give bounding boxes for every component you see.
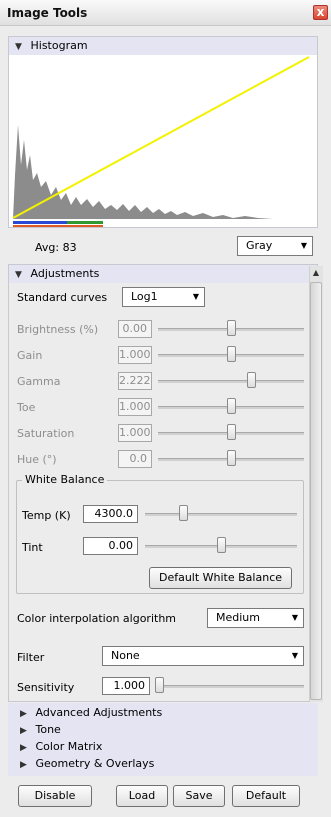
temp-label: Temp (K) bbox=[22, 509, 71, 522]
toe-slider-thumb[interactable] bbox=[226, 398, 236, 414]
chevron-down-icon: ▼ bbox=[192, 292, 199, 301]
disable-button[interactable]: Disable bbox=[18, 785, 92, 807]
hue-label: Hue (°) bbox=[17, 453, 57, 466]
default-button[interactable]: Default bbox=[232, 785, 300, 807]
channel-bar-blue bbox=[13, 221, 67, 224]
brightness-field[interactable]: 0.00 bbox=[118, 320, 152, 338]
channel-select-value: Gray bbox=[246, 239, 273, 252]
chevron-down-icon: ▼ bbox=[291, 613, 298, 622]
geometry-overlays-section[interactable]: ▶ Geometry & Overlays bbox=[20, 757, 154, 770]
standard-curves-label: Standard curves bbox=[17, 291, 108, 304]
histogram-section-header[interactable]: ▼ Histogram bbox=[9, 37, 317, 55]
scrollbar-thumb[interactable] bbox=[310, 282, 322, 700]
interpolation-value: Medium bbox=[216, 611, 260, 624]
histogram-average: Avg: 83 bbox=[35, 241, 77, 254]
chevron-down-icon: ▼ bbox=[291, 651, 298, 660]
close-button[interactable]: x bbox=[313, 5, 328, 20]
gamma-label: Gamma bbox=[17, 375, 61, 388]
temp-slider-thumb[interactable] bbox=[179, 505, 189, 521]
scroll-up-icon[interactable]: ▲ bbox=[309, 266, 323, 280]
saturation-slider-thumb[interactable] bbox=[226, 424, 236, 440]
title-bar: Image Tools x bbox=[0, 0, 331, 26]
tint-slider-thumb[interactable] bbox=[216, 537, 226, 553]
filter-value: None bbox=[111, 649, 140, 662]
hue-field[interactable]: 0.0 bbox=[118, 450, 152, 468]
tone-section[interactable]: ▶ Tone bbox=[20, 723, 61, 736]
channel-bar-green bbox=[67, 221, 103, 224]
collapsed-sections: ▶ Advanced Adjustments ▶ Tone ▶ Color Ma… bbox=[8, 703, 318, 776]
toe-label: Toe bbox=[17, 401, 36, 414]
default-white-balance-button[interactable]: Default White Balance bbox=[149, 567, 292, 589]
advanced-adjustments-section[interactable]: ▶ Advanced Adjustments bbox=[20, 706, 162, 719]
histogram-fill bbox=[13, 125, 309, 219]
saturation-label: Saturation bbox=[17, 427, 75, 440]
color-matrix-section[interactable]: ▶ Color Matrix bbox=[20, 740, 102, 753]
sensitivity-slider-thumb[interactable] bbox=[155, 677, 164, 693]
gamma-field[interactable]: 2.222 bbox=[118, 372, 152, 390]
histogram-plot bbox=[13, 56, 310, 227]
section-label: Color Matrix bbox=[35, 740, 103, 753]
brightness-label: Brightness (%) bbox=[17, 323, 99, 336]
standard-curves-value: Log1 bbox=[131, 290, 158, 303]
tint-label: Tint bbox=[22, 541, 43, 554]
section-label: Tone bbox=[35, 723, 61, 736]
filter-select[interactable]: None ▼ bbox=[102, 646, 304, 666]
standard-curves-select[interactable]: Log1 ▼ bbox=[122, 287, 205, 307]
filter-label: Filter bbox=[17, 651, 45, 664]
gamma-slider-thumb[interactable] bbox=[247, 372, 257, 388]
save-button[interactable]: Save bbox=[173, 785, 225, 807]
section-label: Geometry & Overlays bbox=[35, 757, 155, 770]
expand-triangle-icon: ▶ bbox=[20, 726, 27, 736]
hue-slider-thumb[interactable] bbox=[226, 450, 236, 466]
window-title: Image Tools bbox=[7, 6, 88, 20]
adjustments-section-label: Adjustments bbox=[30, 267, 100, 280]
temp-slider-track[interactable] bbox=[145, 513, 297, 516]
collapse-triangle-icon: ▼ bbox=[15, 42, 22, 52]
channel-select[interactable]: Gray ▼ bbox=[237, 236, 313, 256]
channel-bar-orange bbox=[13, 225, 103, 227]
gain-label: Gain bbox=[17, 349, 43, 362]
sensitivity-label: Sensitivity bbox=[17, 681, 75, 694]
chevron-down-icon: ▼ bbox=[300, 241, 307, 250]
histogram-panel: ▼ Histogram bbox=[8, 36, 318, 228]
temp-field[interactable]: 4300.0 bbox=[83, 505, 138, 523]
gain-field[interactable]: 1.000 bbox=[118, 346, 152, 364]
section-label: Advanced Adjustments bbox=[35, 706, 163, 719]
adjustments-section-header[interactable]: ▼ Adjustments bbox=[9, 265, 317, 283]
gain-slider-thumb[interactable] bbox=[226, 346, 236, 362]
interpolation-select[interactable]: Medium ▼ bbox=[207, 608, 304, 628]
white-balance-title: White Balance bbox=[22, 473, 108, 486]
expand-triangle-icon: ▶ bbox=[20, 760, 27, 770]
expand-triangle-icon: ▶ bbox=[20, 709, 27, 719]
load-button[interactable]: Load bbox=[116, 785, 168, 807]
saturation-field[interactable]: 1.000 bbox=[118, 424, 152, 442]
sensitivity-slider-track[interactable] bbox=[155, 685, 304, 688]
tone-curve-line bbox=[13, 56, 310, 219]
tint-field[interactable]: 0.00 bbox=[83, 537, 138, 555]
close-icon: x bbox=[316, 5, 325, 19]
toe-field[interactable]: 1.000 bbox=[118, 398, 152, 416]
collapse-triangle-icon: ▼ bbox=[15, 270, 22, 280]
expand-triangle-icon: ▶ bbox=[20, 743, 27, 753]
brightness-slider-thumb[interactable] bbox=[226, 320, 236, 336]
interpolation-label: Color interpolation algorithm bbox=[17, 612, 177, 625]
histogram-section-label: Histogram bbox=[30, 39, 88, 52]
sensitivity-field[interactable]: 1.000 bbox=[102, 677, 150, 695]
gamma-slider-track[interactable] bbox=[158, 380, 304, 383]
